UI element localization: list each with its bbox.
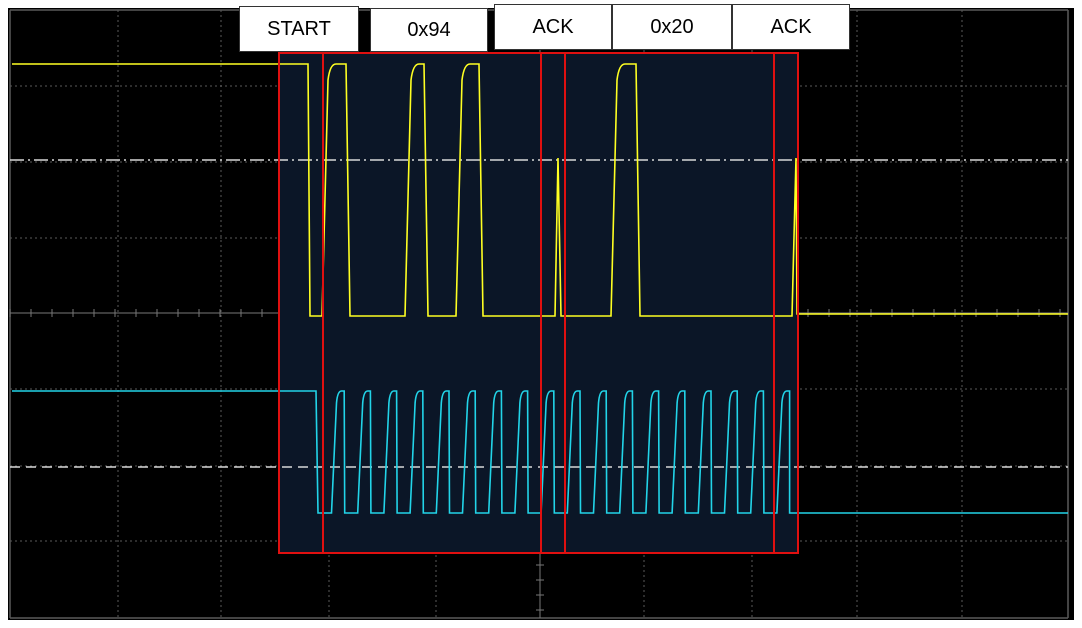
label-ack2: ACK (732, 4, 850, 50)
label-byte2: 0x20 (612, 4, 732, 50)
decode-shade (279, 53, 798, 553)
label-byte1: 0x94 (370, 8, 488, 52)
label-ack1: ACK (494, 4, 612, 50)
label-start: START (239, 6, 359, 52)
oscilloscope-display (0, 0, 1082, 628)
